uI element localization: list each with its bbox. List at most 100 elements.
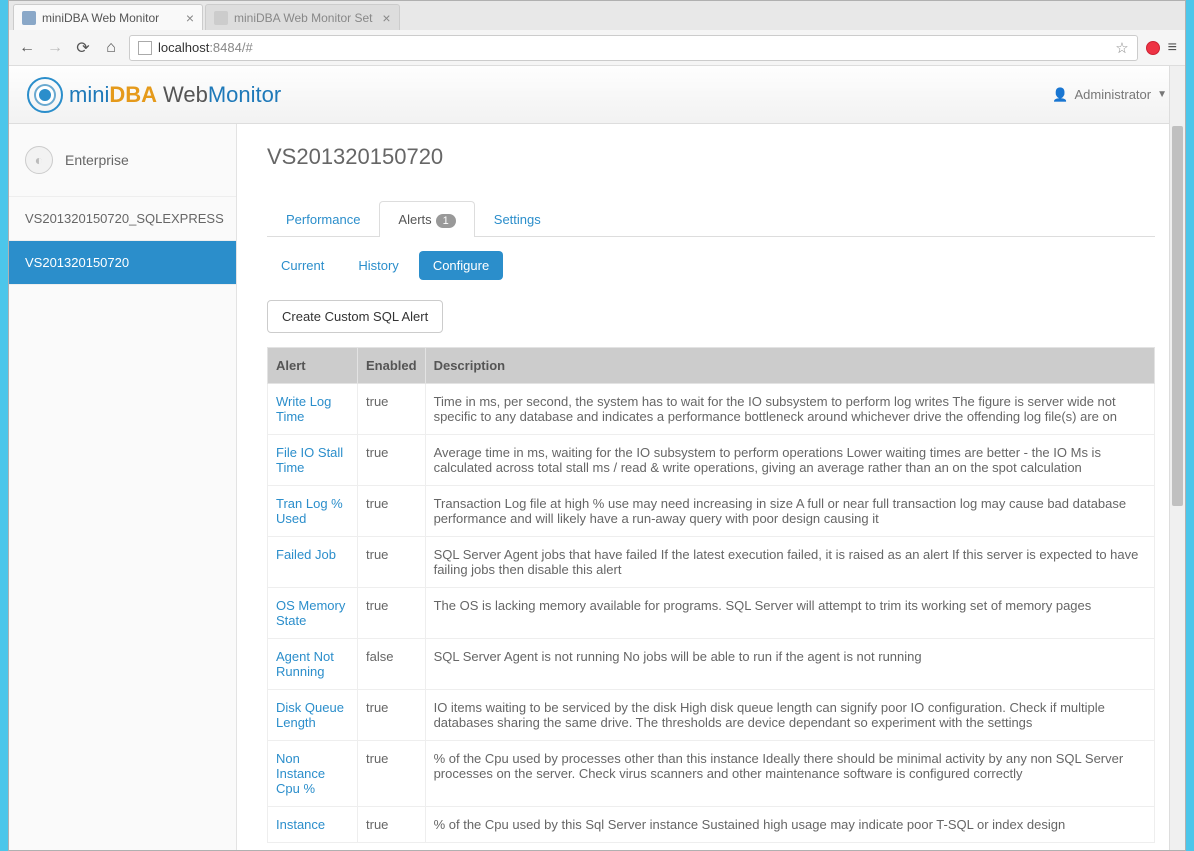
forward-button[interactable]: → xyxy=(45,38,65,58)
user-label: Administrator xyxy=(1075,87,1152,102)
main-content: VS201320150720 Performance Alerts 1 Setting… xyxy=(237,124,1185,850)
sidebar-item-label: VS201320150720_SQLEXPRESS xyxy=(25,211,224,226)
alert-name-link[interactable]: Failed Job xyxy=(268,537,358,588)
table-row: Write Log TimetrueTime in ms, per second… xyxy=(268,384,1155,435)
alert-enabled: true xyxy=(358,690,426,741)
alert-enabled: true xyxy=(358,588,426,639)
browser-tab-title: miniDBA Web Monitor Set xyxy=(234,11,373,25)
table-row: Failed JobtrueSQL Server Agent jobs that… xyxy=(268,537,1155,588)
sidebar: ◐ Enterprise VS201320150720_SQLEXPRESS VS… xyxy=(9,124,237,850)
subtab-history[interactable]: History xyxy=(344,251,412,280)
alert-enabled: true xyxy=(358,384,426,435)
subtab-configure[interactable]: Configure xyxy=(419,251,503,280)
table-row: Agent Not RunningfalseSQL Server Agent i… xyxy=(268,639,1155,690)
app-header: miniDBA WebMonitor 👤 Administrator ▼ xyxy=(9,66,1185,124)
alert-name-link[interactable]: Disk Queue Length xyxy=(268,690,358,741)
vertical-scrollbar[interactable] xyxy=(1169,66,1185,850)
tab-badge: 1 xyxy=(436,214,456,228)
app-logo[interactable]: miniDBA WebMonitor xyxy=(27,77,281,113)
alert-description: % of the Cpu used by this Sql Server ins… xyxy=(425,807,1154,843)
user-icon: 👤 xyxy=(1052,87,1068,103)
table-row: Non Instance Cpu %true% of the Cpu used … xyxy=(268,741,1155,807)
browser-tab-title: miniDBA Web Monitor xyxy=(42,11,159,25)
browser-tab-strip: miniDBA Web Monitor × miniDBA Web Monito… xyxy=(9,1,1185,30)
alert-name-link[interactable]: Instance xyxy=(268,807,358,843)
alert-name-link[interactable]: Tran Log % Used xyxy=(268,486,358,537)
app-body: ◐ Enterprise VS201320150720_SQLEXPRESS VS… xyxy=(9,124,1185,850)
logo-text-1: mini xyxy=(69,82,109,108)
url-host: localhost xyxy=(158,40,209,55)
sidebar-item-label: VS201320150720 xyxy=(25,255,129,270)
table-row: Tran Log % UsedtrueTransaction Log file … xyxy=(268,486,1155,537)
alert-description: Time in ms, per second, the system has t… xyxy=(425,384,1154,435)
extension-icon[interactable] xyxy=(1146,41,1160,55)
subtab-current[interactable]: Current xyxy=(267,251,338,280)
logo-text-3: Web xyxy=(163,82,208,108)
alert-description: % of the Cpu used by processes other tha… xyxy=(425,741,1154,807)
alert-description: Average time in ms, waiting for the IO s… xyxy=(425,435,1154,486)
app-root: miniDBA WebMonitor 👤 Administrator ▼ ◐ E… xyxy=(9,66,1185,850)
favicon-icon xyxy=(22,11,36,25)
alert-description: IO items waiting to be serviced by the d… xyxy=(425,690,1154,741)
alert-enabled: true xyxy=(358,435,426,486)
close-icon[interactable]: × xyxy=(382,10,390,26)
menu-icon[interactable]: ≡ xyxy=(1168,39,1177,57)
alert-description: The OS is lacking memory available for p… xyxy=(425,588,1154,639)
col-enabled: Enabled xyxy=(358,348,426,384)
tab-settings[interactable]: Settings xyxy=(475,201,560,237)
table-row: Instancetrue% of the Cpu used by this Sq… xyxy=(268,807,1155,843)
globe-icon: ◐ xyxy=(25,146,53,174)
alert-description: SQL Server Agent is not running No jobs … xyxy=(425,639,1154,690)
table-row: OS Memory StatetrueThe OS is lacking mem… xyxy=(268,588,1155,639)
page-title: VS201320150720 xyxy=(267,144,1155,170)
alerts-table: Alert Enabled Description Write Log Time… xyxy=(267,347,1155,843)
url-path: :8484/# xyxy=(209,40,252,55)
browser-window: miniDBA Web Monitor × miniDBA Web Monito… xyxy=(8,0,1186,851)
sub-tabs: CurrentHistoryConfigure xyxy=(267,251,1155,280)
home-button[interactable]: ⌂ xyxy=(101,38,121,58)
alert-enabled: true xyxy=(358,537,426,588)
reload-button[interactable]: ⟳ xyxy=(73,38,93,58)
scroll-thumb[interactable] xyxy=(1172,126,1183,506)
alert-name-link[interactable]: Agent Not Running xyxy=(268,639,358,690)
alert-name-link[interactable]: Write Log Time xyxy=(268,384,358,435)
alert-name-link[interactable]: Non Instance Cpu % xyxy=(268,741,358,807)
browser-tab-active[interactable]: miniDBA Web Monitor × xyxy=(13,4,203,30)
tab-performance[interactable]: Performance xyxy=(267,201,379,237)
back-button[interactable]: ← xyxy=(17,38,37,58)
sidebar-item-instance[interactable]: VS201320150720 xyxy=(9,241,236,285)
sidebar-root-label: Enterprise xyxy=(65,152,129,168)
alert-description: Transaction Log file at high % use may n… xyxy=(425,486,1154,537)
alert-enabled: true xyxy=(358,741,426,807)
create-custom-alert-button[interactable]: Create Custom SQL Alert xyxy=(267,300,443,333)
favicon-icon xyxy=(214,11,228,25)
tab-alerts[interactable]: Alerts 1 xyxy=(379,201,474,237)
table-row: Disk Queue LengthtrueIO items waiting to… xyxy=(268,690,1155,741)
alert-enabled: true xyxy=(358,486,426,537)
bookmark-icon[interactable]: ☆ xyxy=(1115,39,1128,57)
page-icon xyxy=(138,41,152,55)
main-tabs: Performance Alerts 1 Settings xyxy=(267,200,1155,237)
sidebar-root[interactable]: ◐ Enterprise xyxy=(9,124,236,197)
close-icon[interactable]: × xyxy=(186,10,194,26)
tab-label: Alerts xyxy=(398,212,431,227)
logo-text-2: DBA xyxy=(109,82,157,108)
viewport: miniDBA WebMonitor 👤 Administrator ▼ ◐ E… xyxy=(9,66,1185,850)
table-row: File IO Stall TimetrueAverage time in ms… xyxy=(268,435,1155,486)
table-header-row: Alert Enabled Description xyxy=(268,348,1155,384)
col-description: Description xyxy=(425,348,1154,384)
alert-name-link[interactable]: File IO Stall Time xyxy=(268,435,358,486)
browser-tab-inactive[interactable]: miniDBA Web Monitor Set × xyxy=(205,4,400,30)
alert-enabled: false xyxy=(358,639,426,690)
logo-text-4: Monitor xyxy=(208,82,281,108)
chevron-down-icon: ▼ xyxy=(1157,89,1167,100)
alert-enabled: true xyxy=(358,807,426,843)
col-alert: Alert xyxy=(268,348,358,384)
sidebar-item-instance[interactable]: VS201320150720_SQLEXPRESS xyxy=(9,197,236,241)
user-menu[interactable]: 👤 Administrator ▼ xyxy=(1052,87,1167,103)
address-bar[interactable]: localhost:8484/# ☆ xyxy=(129,35,1138,61)
alert-name-link[interactable]: OS Memory State xyxy=(268,588,358,639)
browser-toolbar: ← → ⟳ ⌂ localhost:8484/# ☆ ≡ xyxy=(9,30,1185,66)
alert-description: SQL Server Agent jobs that have failed I… xyxy=(425,537,1154,588)
tab-label: Settings xyxy=(494,212,541,227)
